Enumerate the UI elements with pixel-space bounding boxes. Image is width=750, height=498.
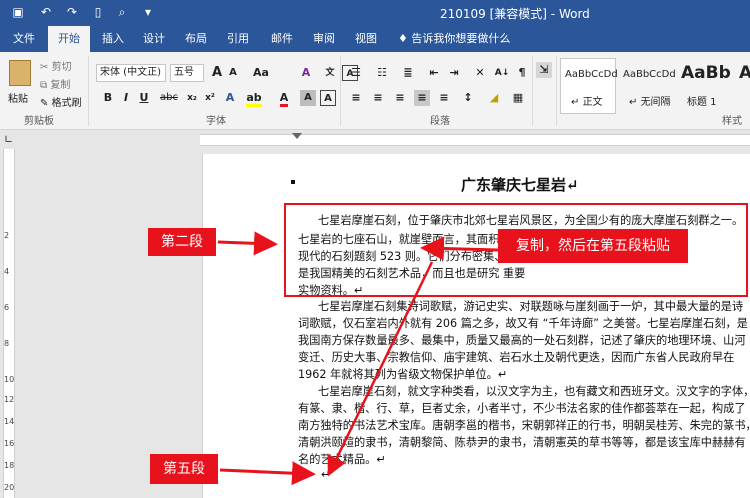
arrow-to-fifth-paragraph: [327, 261, 434, 477]
arrow-from-fifth-label: [219, 461, 316, 486]
annotation-arrows: [217, 231, 499, 486]
arrow-to-second-paragraph-text: [420, 236, 499, 261]
arrow-to-second-paragraph: [217, 231, 278, 256]
